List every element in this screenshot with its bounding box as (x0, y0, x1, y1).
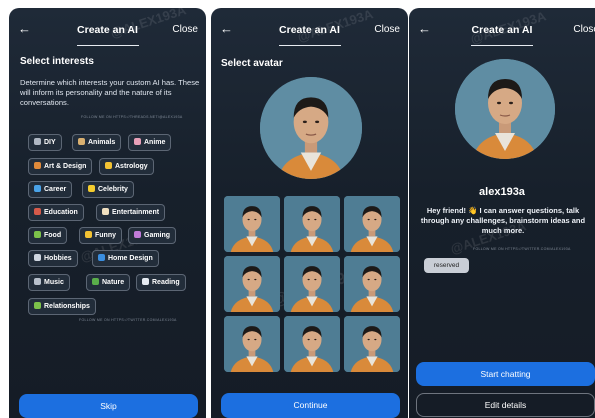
books-icon (34, 208, 41, 215)
avatar-option[interactable] (224, 316, 280, 372)
interest-chip-diy[interactable]: DIY (28, 134, 62, 151)
interest-chip-celebrity[interactable]: Celebrity (82, 181, 134, 198)
sofa-icon (98, 254, 105, 261)
interest-chip-relationships[interactable]: Relationships (28, 298, 96, 315)
title-underline (471, 45, 533, 46)
avatar-option[interactable] (284, 316, 340, 372)
continue-button[interactable]: Continue (221, 393, 400, 418)
interest-chip-label: Relationships (44, 303, 90, 310)
interest-chip-career[interactable]: Career (28, 181, 73, 198)
interest-chip-label: Gaming (144, 232, 171, 239)
title-underline (279, 45, 341, 46)
avatar-option[interactable] (344, 256, 400, 312)
close-button[interactable]: Close (573, 24, 595, 35)
interest-chip-label: Celebrity (98, 186, 128, 193)
username: alex193a (479, 186, 525, 198)
interest-chip-label: Career (44, 186, 67, 193)
avatar-option[interactable] (344, 316, 400, 372)
heart-icon (34, 302, 41, 309)
plant-icon (92, 278, 99, 285)
edit-details-button[interactable]: Edit details (416, 393, 595, 417)
headphones-icon (34, 278, 41, 285)
avatar-option[interactable] (284, 256, 340, 312)
interest-chip-music[interactable]: Music (28, 274, 70, 291)
interest-chip-art-design[interactable]: Art & Design (28, 158, 93, 175)
interest-chip-label: Food (44, 232, 62, 239)
food-icon (34, 231, 41, 238)
interest-chip-label: Hobbies (44, 255, 72, 262)
anime-icon (134, 138, 141, 145)
popcorn-icon (102, 208, 109, 215)
avatar-option[interactable] (284, 196, 340, 252)
reserved-badge: reserved (424, 258, 469, 273)
star-icon (88, 185, 95, 192)
palette-icon (34, 162, 41, 169)
close-button[interactable]: Close (172, 24, 198, 35)
section-title: Select avatar (221, 58, 283, 69)
interest-chip-label: Entertainment (112, 209, 160, 216)
avatar-option[interactable] (224, 196, 280, 252)
description: Determine which interests your custom AI… (20, 78, 200, 107)
animal-icon (78, 138, 85, 145)
close-button[interactable]: Close (374, 24, 400, 35)
interest-chip-hobbies[interactable]: Hobbies (28, 250, 78, 267)
laugh-icon (85, 231, 92, 238)
selected-avatar (260, 77, 362, 179)
interest-chip-label: Animals (88, 139, 116, 146)
bio-text: Hey friend! 👋 I can answer questions, ta… (420, 206, 586, 235)
hobbies-icon (34, 254, 41, 261)
avatar-option[interactable] (344, 196, 400, 252)
interest-chip-reading[interactable]: Reading (136, 274, 186, 291)
interest-chip-label: Anime (144, 139, 166, 146)
interest-chip-anime[interactable]: Anime (128, 134, 172, 151)
profile-avatar[interactable] (455, 59, 555, 159)
interest-chip-label: DIY (44, 139, 56, 146)
skip-button[interactable]: Skip (19, 394, 198, 418)
header: ← Create an AI Close (211, 8, 408, 48)
interest-chip-nature[interactable]: Nature (86, 274, 131, 291)
avatar-portrait-icon (260, 77, 362, 179)
credit-text: FOLLOW ME ON HTTPS://THREADS.NET/@ALEX19… (81, 115, 183, 119)
book-icon (142, 278, 149, 285)
interest-chip-funny[interactable]: Funny (79, 227, 122, 244)
section-title: Select interests (20, 56, 94, 67)
interest-chip-education[interactable]: Education (28, 204, 84, 221)
interest-chip-label: Nature (102, 279, 125, 286)
zodiac-icon (105, 162, 112, 169)
title-underline (77, 45, 139, 46)
joystick-icon (134, 231, 141, 238)
create-ai-interests-screen: ← Create an AI Close @ALEX193A @ALEX193A… (9, 8, 206, 418)
interest-chip-animals[interactable]: Animals (72, 134, 122, 151)
interest-chip-label: Art & Design (44, 163, 87, 170)
start-chatting-button[interactable]: Start chatting (416, 362, 595, 386)
interest-chip-entertainment[interactable]: Entertainment (96, 204, 166, 221)
header: ← Create an AI Close (409, 8, 595, 48)
create-ai-profile-screen: ← Create an AI Close @ALEX193A @ALEX193A… (409, 8, 595, 418)
interest-chip-label: Funny (95, 232, 116, 239)
interest-chip-label: Astrology (115, 163, 148, 170)
interest-chip-label: Music (44, 279, 64, 286)
briefcase-icon (34, 185, 41, 192)
interest-chip-label: Reading (152, 279, 180, 286)
interest-chip-astrology[interactable]: Astrology (99, 158, 154, 175)
avatar-portrait-icon (455, 59, 555, 159)
interest-chip-label: Home Design (108, 255, 153, 262)
create-ai-avatar-screen: ← Create an AI Close @ALEX193A @ALEX193A… (211, 8, 408, 418)
interest-chip-gaming[interactable]: Gaming (128, 227, 177, 244)
credit-text: FOLLOW ME ON HTTPS://TWITTER.COM/ALEX193… (473, 247, 571, 251)
avatar-option[interactable] (224, 256, 280, 312)
page-title: Create an AI (471, 24, 533, 36)
interest-chip-food[interactable]: Food (28, 227, 68, 244)
header: ← Create an AI Close (9, 8, 206, 48)
interest-chip-label: Education (44, 209, 78, 216)
tools-icon (34, 138, 41, 145)
credit-text: FOLLOW ME ON HTTPS://TWITTER.COM/ALEX193… (79, 318, 177, 322)
interest-chip-home-design[interactable]: Home Design (92, 250, 159, 267)
